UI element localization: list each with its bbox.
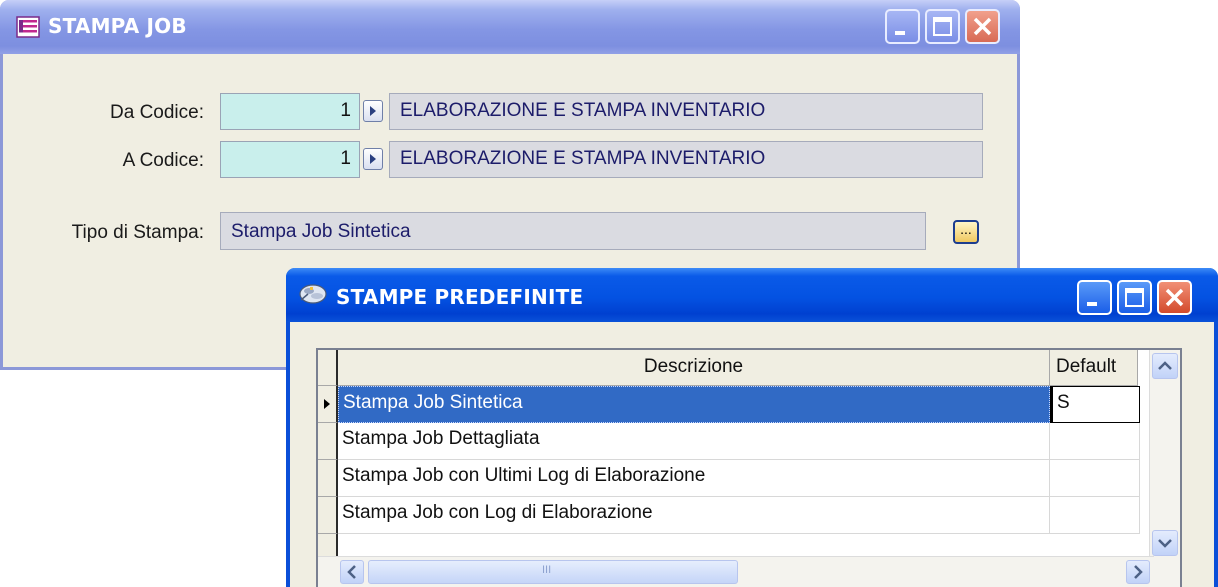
tipo-stampa-field[interactable]: Stampa Job Sintetica bbox=[220, 212, 926, 250]
maximize-button[interactable] bbox=[925, 9, 960, 44]
a-codice-zoom-button[interactable] bbox=[363, 148, 383, 170]
da-codice-input[interactable]: 1 bbox=[220, 93, 360, 130]
minimize-button[interactable] bbox=[885, 9, 920, 44]
grid-cell-default[interactable] bbox=[1050, 497, 1140, 534]
minimize-button[interactable] bbox=[1077, 280, 1112, 315]
row-selector[interactable] bbox=[318, 460, 338, 497]
row-selector[interactable] bbox=[318, 423, 338, 460]
grid-cell-descrizione[interactable]: Stampa Job con Log di Elaborazione bbox=[338, 497, 1050, 534]
scroll-up-button[interactable] bbox=[1152, 353, 1178, 379]
stampe-predefinite-title: STAMPE PREDEFINITE bbox=[336, 285, 584, 309]
grid-cell-descrizione[interactable]: Stampa Job Dettagliata bbox=[338, 423, 1050, 460]
grid-cell-descrizione[interactable]: Stampa Job con Ultimi Log di Elaborazion… bbox=[338, 460, 1050, 497]
da-codice-description: ELABORAZIONE E STAMPA INVENTARIO bbox=[389, 93, 983, 130]
tipo-stampa-label: Tipo di Stampa: bbox=[71, 222, 204, 243]
stampa-job-title: STAMPA JOB bbox=[48, 14, 187, 38]
horizontal-scrollbar[interactable]: III bbox=[318, 556, 1154, 587]
list-document-icon bbox=[16, 16, 40, 43]
close-button[interactable] bbox=[1157, 280, 1192, 315]
da-codice-label: Da Codice: bbox=[110, 102, 204, 123]
a-codice-input[interactable]: 1 bbox=[220, 141, 360, 178]
horizontal-scroll-thumb[interactable]: III bbox=[368, 560, 738, 584]
a-codice-label: A Codice: bbox=[122, 150, 204, 171]
printer-settings-icon bbox=[298, 282, 328, 311]
maximize-button[interactable] bbox=[1117, 280, 1152, 315]
tipo-stampa-ellipsis-button[interactable]: ... bbox=[953, 220, 979, 244]
stampe-predefinite-window: STAMPE PREDEFINITE Descrizione Default S… bbox=[286, 268, 1218, 587]
stampe-predefinite-titlebar[interactable]: STAMPE PREDEFINITE bbox=[286, 268, 1218, 322]
grid-corner bbox=[318, 350, 338, 386]
vertical-scrollbar[interactable] bbox=[1149, 350, 1180, 587]
scroll-grip: III bbox=[542, 564, 552, 576]
a-codice-description: ELABORAZIONE E STAMPA INVENTARIO bbox=[389, 141, 983, 178]
da-codice-zoom-button[interactable] bbox=[363, 100, 383, 122]
column-header-descrizione[interactable]: Descrizione bbox=[338, 350, 1050, 386]
grid-cell-default[interactable] bbox=[1050, 423, 1140, 460]
scroll-down-button[interactable] bbox=[1152, 530, 1178, 556]
close-button[interactable] bbox=[965, 9, 1000, 44]
scroll-right-button[interactable] bbox=[1126, 560, 1150, 584]
column-header-default[interactable]: Default bbox=[1050, 350, 1138, 386]
row-selector-current[interactable] bbox=[318, 386, 338, 423]
grid-cell-default[interactable]: S bbox=[1050, 386, 1140, 423]
stampa-job-titlebar[interactable]: STAMPA JOB bbox=[0, 0, 1020, 54]
stampe-grid: Descrizione Default Stampa Job Sintetica… bbox=[316, 348, 1182, 587]
grid-cell-default[interactable] bbox=[1050, 460, 1140, 497]
scroll-left-button[interactable] bbox=[340, 560, 364, 584]
grid-cell-descrizione[interactable]: Stampa Job Sintetica bbox=[338, 386, 1050, 423]
row-selector[interactable] bbox=[318, 497, 338, 534]
